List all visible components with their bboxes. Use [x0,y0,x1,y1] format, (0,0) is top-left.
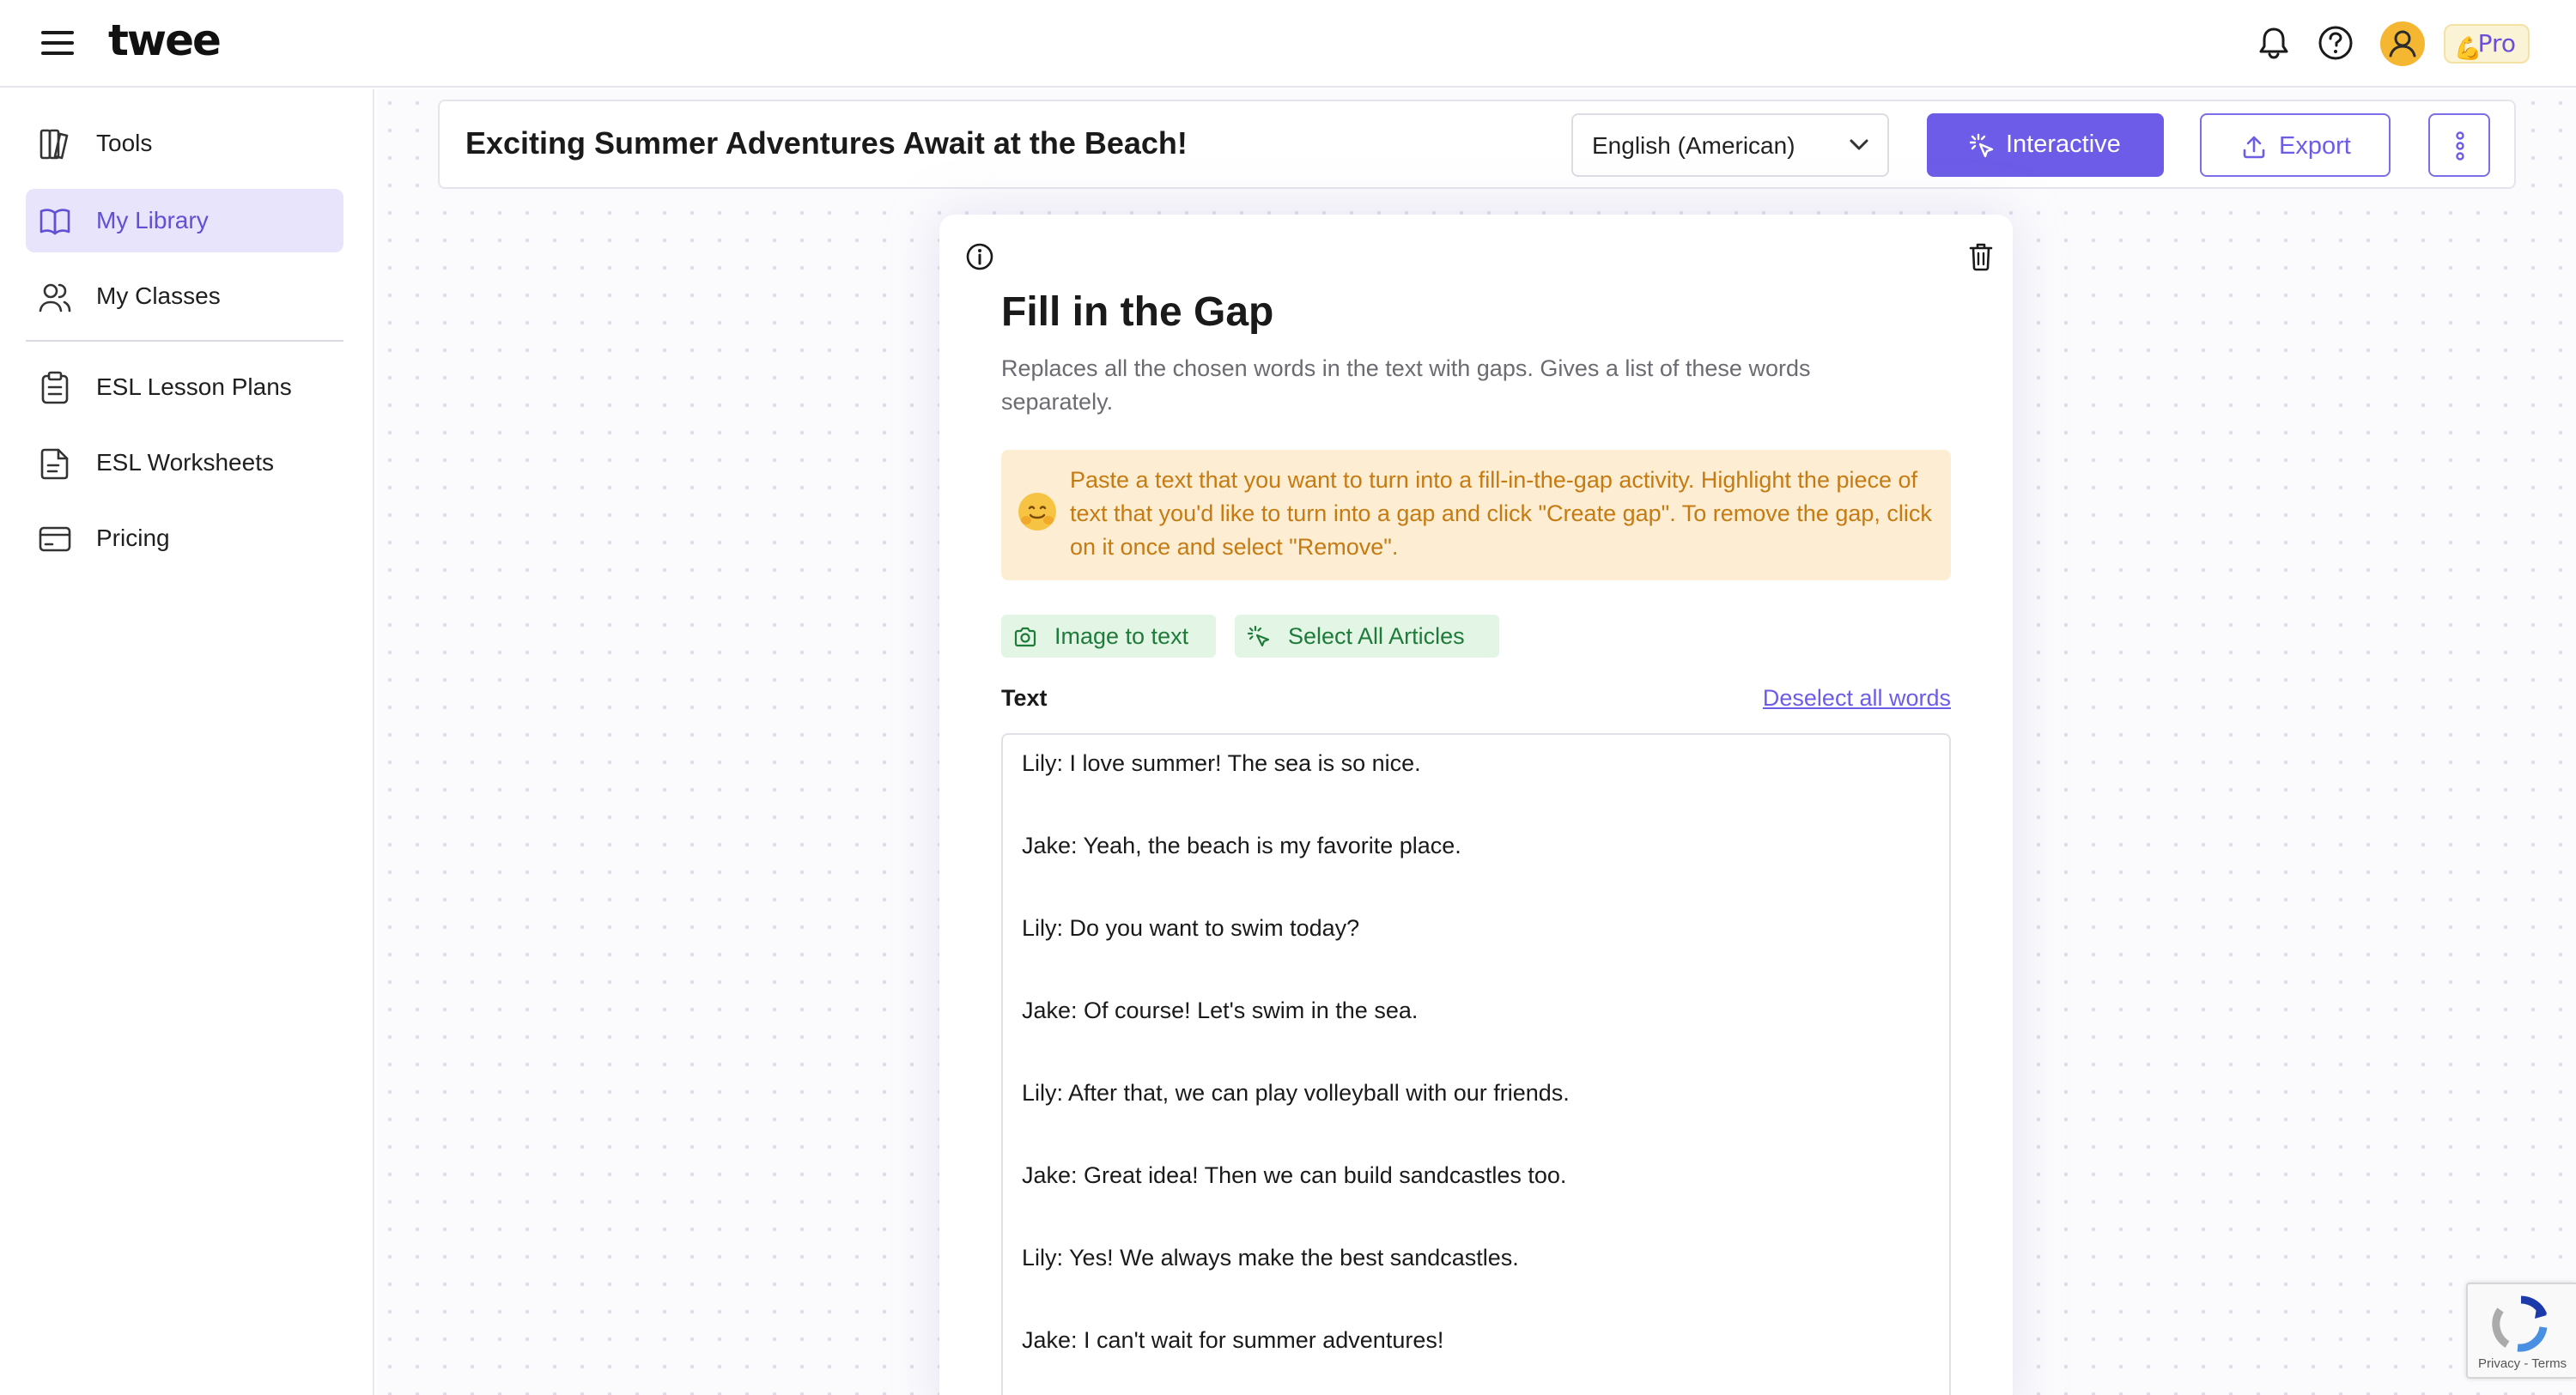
sidebar-divider [26,340,343,342]
info-icon[interactable] [965,242,994,271]
chevron-down-icon [1850,139,1868,150]
text-line[interactable]: Jake: Great idea! Then we can build sand… [1022,1162,1566,1189]
text-line[interactable]: Lily: Do you want to swim today? [1022,915,1359,942]
pro-label: Pro [2477,29,2516,58]
camera-icon [1014,627,1036,647]
open-book-icon [39,209,70,235]
sidebar: Tools My Library My Classes ESL Lesson P… [0,89,374,1395]
hugging-face-icon [1018,493,1056,531]
sidebar-item-esl-worksheets[interactable]: ESL Worksheets [26,431,343,494]
menu-icon[interactable] [41,31,74,55]
more-vertical-icon [2456,131,2464,161]
sidebar-item-label: ESL Lesson Plans [96,373,292,400]
export-label: Export [2279,132,2351,160]
text-line[interactable]: Jake: I can't wait for summer adventures… [1022,1327,1443,1354]
tool-title: Fill in the Gap [1001,289,1274,335]
tool-description: Replaces all the chosen words in the tex… [1001,355,1811,415]
select-all-articles-button[interactable]: Select All Articles [1235,615,1499,658]
interactive-label: Interactive [2006,130,2121,158]
language-value: English (American) [1592,132,1795,159]
interactive-button[interactable]: Interactive [1927,113,2164,177]
tip-box: Paste a text that you want to turn into … [1001,450,1951,580]
select-all-articles-label: Select All Articles [1288,623,1465,649]
deselect-all-link[interactable]: Deselect all words [1763,685,1951,712]
users-icon [39,283,71,312]
sidebar-item-label: Pricing [96,525,170,551]
sidebar-item-my-classes[interactable]: My Classes [26,264,343,328]
text-field-label: Text [1001,685,1048,711]
top-bar: twee 💪 Pro [0,0,2576,88]
sidebar-item-label: Tools [96,130,153,156]
user-icon [2389,30,2416,58]
recaptcha-icon [2492,1295,2548,1352]
clipboard-icon [41,371,69,404]
image-to-text-button[interactable]: Image to text [1001,615,1216,658]
upload-icon [2243,136,2265,159]
sidebar-item-label: My Classes [96,282,221,309]
book-columns-icon [39,129,69,160]
tool-card: Fill in the Gap Replaces all the chosen … [939,215,2013,1395]
sidebar-item-my-library[interactable]: My Library [26,189,343,252]
export-button[interactable]: Export [2200,113,2391,177]
avatar[interactable] [2380,21,2425,66]
help-icon[interactable] [2317,24,2354,62]
sidebar-item-label: My Library [96,207,209,234]
sidebar-item-tools[interactable]: Tools [26,112,343,175]
tip-text: Paste a text that you want to turn into … [1070,467,1932,560]
text-line[interactable]: Lily: Yes! We always make the best sandc… [1022,1245,1519,1271]
sidebar-item-label: ESL Worksheets [96,449,274,476]
credit-card-icon [39,526,71,552]
text-line[interactable]: Lily: I love summer! The sea is so nice. [1022,750,1421,777]
document-header: Exciting Summer Adventures Await at the … [438,100,2516,189]
more-options-button[interactable] [2428,113,2490,177]
text-editor[interactable]: Lily: I love summer! The sea is so nice.… [1001,733,1951,1395]
recaptcha-badge[interactable]: Privacy - Terms [2466,1283,2576,1379]
sparkle-cursor-icon [1969,133,1994,158]
pro-badge[interactable]: 💪 Pro [2444,24,2530,64]
document-icon [40,448,69,480]
text-line[interactable]: Jake: Of course! Let's swim in the sea. [1022,998,1418,1024]
sparkle-cursor-icon [1247,625,1270,647]
app-logo[interactable]: twee [108,15,222,65]
text-line[interactable]: Jake: Yeah, the beach is my favorite pla… [1022,833,1461,859]
bell-icon[interactable] [2255,24,2293,62]
sidebar-item-pricing[interactable]: Pricing [26,506,343,570]
recaptcha-terms[interactable]: Privacy - Terms [2478,1356,2567,1371]
text-line[interactable]: Lily: After that, we can play volleyball… [1022,1080,1570,1107]
sidebar-item-esl-lesson-plans[interactable]: ESL Lesson Plans [26,355,343,419]
image-to-text-label: Image to text [1054,623,1189,649]
page-title[interactable]: Exciting Summer Adventures Await at the … [465,125,1188,161]
flexed-arm-icon: 💪 [2454,36,2482,62]
trash-icon[interactable] [1968,242,1994,271]
language-select[interactable]: English (American) [1571,113,1889,177]
